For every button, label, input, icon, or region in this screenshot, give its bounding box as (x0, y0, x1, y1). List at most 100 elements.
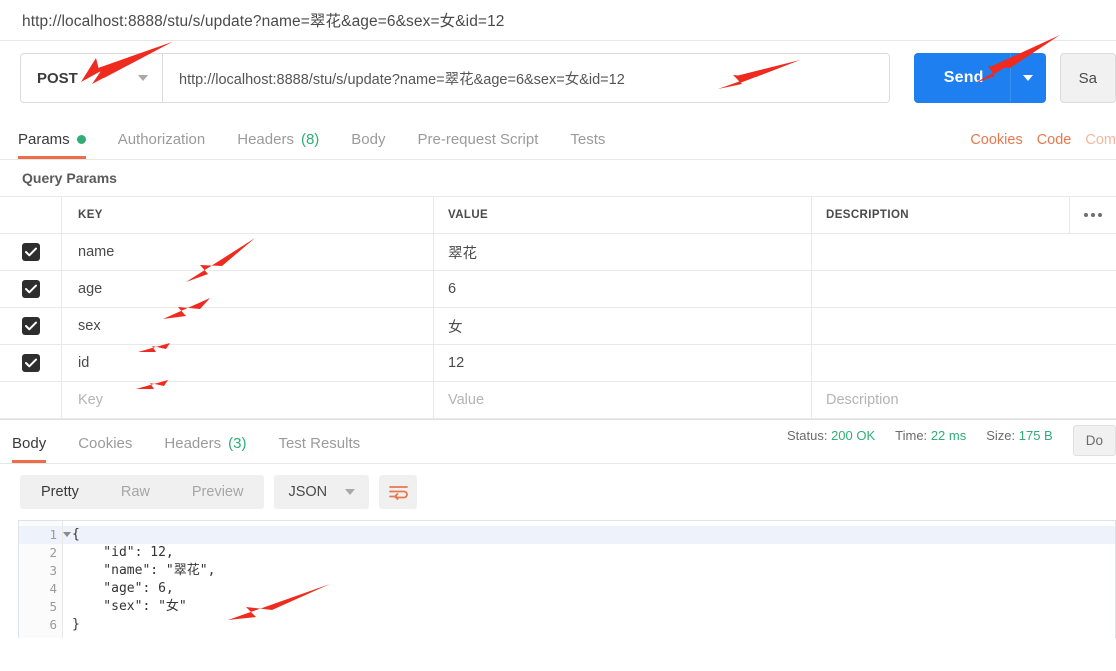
line-number: 4 (49, 581, 57, 596)
dot (1084, 213, 1088, 217)
time-badge: Time: 22 ms (895, 428, 966, 443)
json-code-content[interactable]: { "id": 12, "name": "翠花", "age": 6, "sex… (63, 521, 1115, 638)
url-input-value: http://localhost:8888/stu/s/update?name=… (179, 71, 625, 88)
size-badge: Size: 175 B (986, 428, 1053, 443)
query-params-title: Query Params (22, 170, 117, 186)
row-description-cell[interactable] (812, 345, 1116, 381)
request-tab-actions: Cookies Code Com (970, 132, 1116, 148)
line-number: 3 (49, 563, 57, 578)
checkbox-checked-icon[interactable] (21, 354, 40, 372)
response-tab-body-label: Body (12, 435, 47, 452)
dot (1098, 213, 1102, 217)
fold-arrow-icon[interactable] (63, 532, 71, 537)
row-value-cell[interactable]: 翠花 (434, 234, 812, 270)
format-preview[interactable]: Preview (171, 475, 265, 509)
send-options-button[interactable] (1009, 53, 1046, 103)
status-label: Status: (786, 428, 828, 443)
send-button[interactable]: Send (913, 53, 1010, 103)
tab-authorization-label: Authorization (117, 131, 206, 148)
query-params-table: KEY VALUE DESCRIPTION name 翠花 age 6 sex … (0, 196, 1116, 419)
table-options-icon[interactable] (1069, 197, 1102, 233)
tab-authorization[interactable]: Authorization (118, 131, 222, 159)
table-header-row: KEY VALUE DESCRIPTION (0, 197, 1116, 234)
row-description-cell[interactable] (812, 308, 1116, 344)
format-segmented-control: Pretty Raw Preview (20, 475, 265, 509)
line-number: 1 (19, 526, 71, 544)
row-value-cell[interactable]: 12 (434, 345, 812, 381)
table-row[interactable]: age 6 (0, 271, 1116, 308)
method-dropdown[interactable]: POST (20, 53, 162, 103)
table-row[interactable]: name 翠花 (0, 234, 1116, 271)
new-description-input[interactable]: Description (812, 382, 1116, 418)
line-number: 5 (49, 599, 57, 614)
response-tabs: Body Cookies Headers (3) Test Results St… (0, 419, 1116, 464)
response-tab-headers[interactable]: Headers (3) (164, 435, 262, 463)
new-value-input[interactable]: Value (434, 382, 812, 418)
row-value-cell[interactable]: 女 (434, 308, 812, 344)
row-checkbox-cell[interactable] (0, 345, 62, 381)
table-row-empty[interactable]: Key Value Description (0, 382, 1116, 419)
cookies-link[interactable]: Cookies (970, 132, 1022, 148)
comments-link[interactable]: Com (1085, 132, 1116, 148)
code-link[interactable]: Code (1037, 132, 1072, 148)
table-row[interactable]: sex 女 (0, 308, 1116, 345)
status-badge: Status: 200 OK (787, 428, 875, 443)
response-tab-body[interactable]: Body (12, 435, 62, 463)
code-line: "age": 6, (72, 581, 174, 596)
row-value-text: 12 (448, 355, 465, 371)
response-tab-test-results[interactable]: Test Results (278, 435, 376, 463)
row-checkbox-cell[interactable] (0, 271, 62, 307)
row-key-cell[interactable]: age (62, 271, 434, 307)
url-input[interactable]: http://localhost:8888/stu/s/update?name=… (162, 53, 890, 103)
line-number: 2 (49, 545, 57, 560)
header-description: DESCRIPTION (826, 209, 909, 221)
code-line: } (72, 617, 80, 632)
row-key-cell[interactable]: id (62, 345, 434, 381)
language-dropdown[interactable]: JSON (274, 475, 370, 509)
tab-tests-label: Tests (570, 131, 606, 148)
checkbox-checked-icon[interactable] (21, 280, 40, 298)
row-key-text: id (78, 355, 90, 371)
row-value-text: 翠花 (448, 245, 477, 262)
header-description-cell: DESCRIPTION (812, 197, 1116, 233)
request-tabs: Params Authorization Headers (8) Body Pr… (0, 115, 1116, 160)
tab-body[interactable]: Body (351, 131, 401, 159)
response-tab-headers-count: (3) (228, 435, 247, 452)
tab-pre-request-script[interactable]: Pre-request Script (418, 131, 555, 159)
format-pretty[interactable]: Pretty (20, 475, 100, 509)
row-checkbox-cell[interactable] (0, 234, 62, 270)
row-checkbox-cell-empty (0, 382, 62, 418)
row-key-cell[interactable]: name (62, 234, 434, 270)
row-key-cell[interactable]: sex (62, 308, 434, 344)
row-description-cell[interactable] (812, 234, 1116, 270)
row-value-cell[interactable]: 6 (434, 271, 812, 307)
header-key: KEY (62, 197, 434, 233)
tab-pre-request-script-label: Pre-request Script (417, 131, 539, 148)
chevron-down-icon (345, 489, 356, 495)
new-key-input[interactable]: Key (62, 382, 434, 418)
row-key-text: age (78, 281, 103, 297)
response-meta: Status: 200 OK Time: 22 ms Size: 175 B D… (767, 420, 1116, 456)
format-raw[interactable]: Raw (100, 475, 171, 509)
postman-window: http://localhost:8888/stu/s/update?name=… (0, 0, 1116, 671)
checkbox-checked-icon[interactable] (21, 317, 40, 335)
header-check-cell (0, 197, 62, 233)
size-value: 175 B (1018, 428, 1053, 443)
response-tab-headers-label: Headers (164, 435, 222, 452)
row-description-cell[interactable] (812, 271, 1116, 307)
checkbox-checked-icon[interactable] (21, 243, 40, 261)
response-tab-cookies[interactable]: Cookies (78, 435, 148, 463)
table-row[interactable]: id 12 (0, 345, 1116, 382)
row-value-text: 女 (448, 319, 463, 336)
word-wrap-button[interactable] (379, 475, 418, 509)
row-checkbox-cell[interactable] (0, 308, 62, 344)
line-number: 6 (49, 617, 57, 632)
save-button[interactable]: Sa (1059, 53, 1116, 103)
time-label: Time: (895, 428, 928, 443)
tab-params[interactable]: Params (18, 131, 102, 159)
tab-tests[interactable]: Tests (570, 131, 621, 159)
download-button[interactable]: Do (1072, 425, 1116, 456)
tab-headers[interactable]: Headers (8) (237, 131, 335, 159)
status-value: 200 OK (831, 428, 876, 443)
response-body-editor[interactable]: 1 2 3 4 5 6 { "id": 12, "name": "翠花", "a… (18, 520, 1116, 638)
